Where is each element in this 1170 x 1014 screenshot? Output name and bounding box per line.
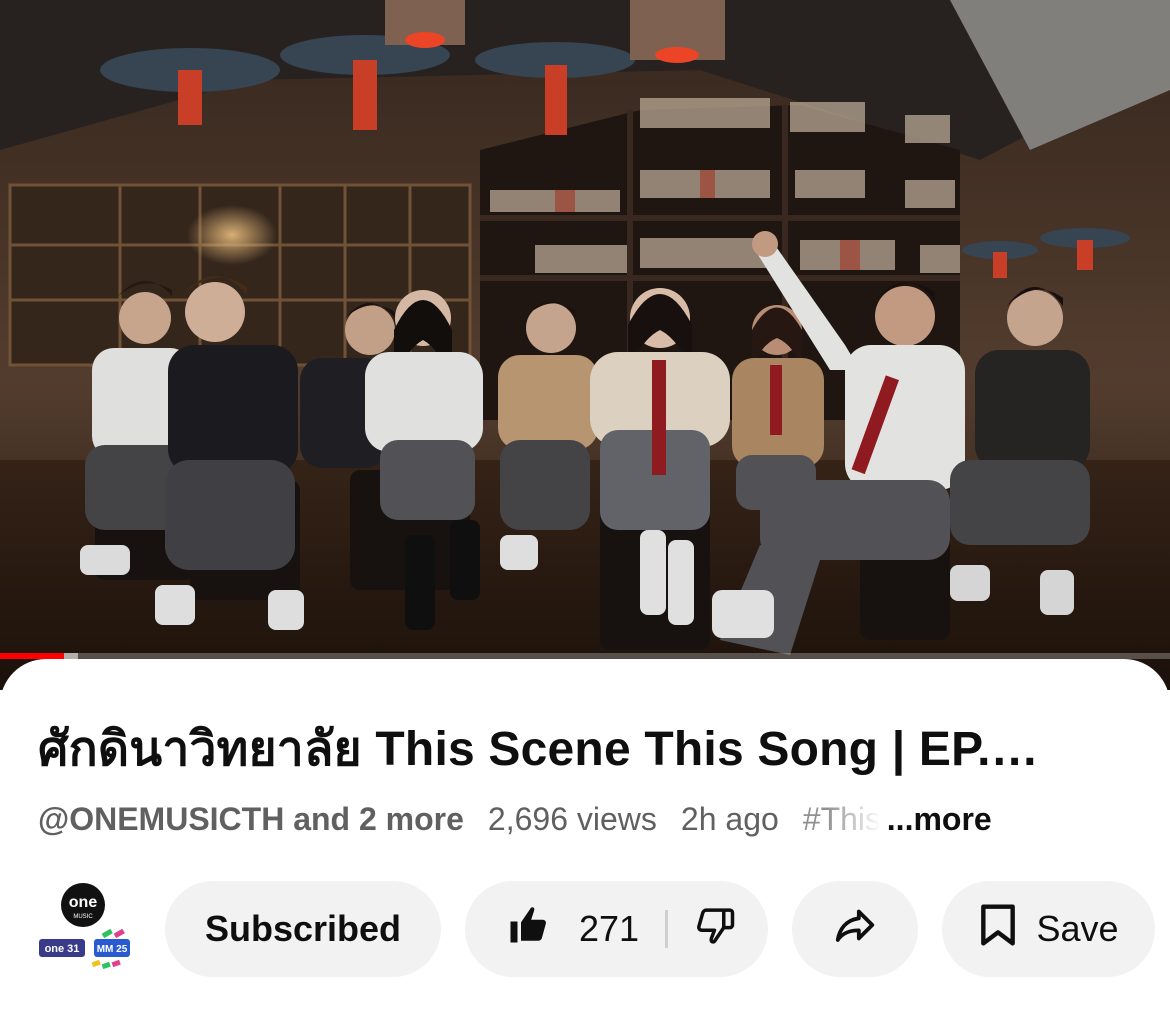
save-button[interactable]: Save [942, 881, 1155, 977]
channel-avatar[interactable]: one MUSIC one 31 MM 25 [38, 881, 134, 977]
thumbs-up-icon [507, 904, 549, 955]
one-music-logo: one MUSIC one 31 MM 25 [39, 883, 130, 970]
svg-text:MM 25: MM 25 [97, 944, 128, 955]
video-frame [0, 0, 1170, 690]
video-meta-row[interactable]: @ONEMUSICTH and 2 more 2,696 views 2h ag… [38, 797, 1138, 841]
video-title[interactable]: ศักดินาวิทยาลัย This Scene This Song | E… [38, 711, 1133, 787]
like-dislike-bar: 271 [465, 881, 768, 977]
svg-text:one: one [69, 894, 98, 911]
subscribed-button[interactable]: Subscribed [165, 881, 441, 977]
upload-age: 2h ago [680, 800, 779, 837]
like-divider [665, 910, 669, 948]
bookmark-icon [978, 903, 1018, 956]
thumbs-down-icon [694, 904, 736, 955]
hashtag-link[interactable]: #This [803, 801, 881, 838]
like-button[interactable]: 271 [507, 904, 639, 955]
like-count: 271 [579, 908, 640, 949]
svg-text:MUSIC: MUSIC [73, 914, 93, 920]
video-info-sheet: ศักดินาวิทยาลัย This Scene This Song | E… [0, 659, 1170, 1014]
dislike-button[interactable] [694, 904, 736, 955]
view-count: 2,696 views [487, 800, 657, 837]
share-arrow-icon [832, 902, 878, 957]
svg-text:one 31: one 31 [45, 943, 80, 955]
video-player[interactable] [0, 0, 1170, 690]
save-label: Save [1036, 908, 1119, 949]
more-description-button[interactable]: ...more [887, 801, 992, 838]
channel-credits[interactable]: @ONEMUSICTH and 2 more [38, 801, 464, 838]
share-button[interactable] [792, 881, 918, 977]
